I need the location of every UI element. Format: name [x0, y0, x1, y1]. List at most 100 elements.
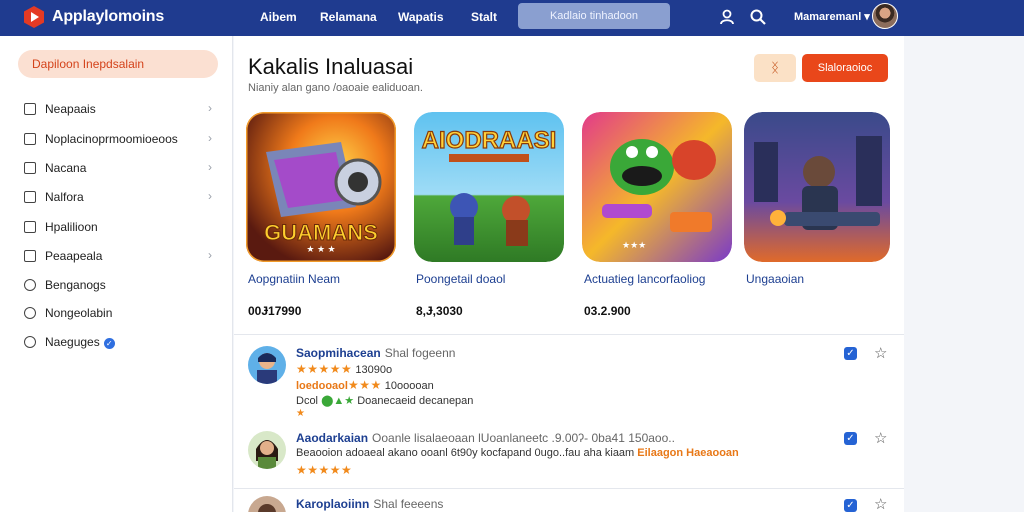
search-input[interactable]: Kadlaio tinhadoon: [518, 3, 670, 29]
game-card-3[interactable]: ★★★ Actuatieg lancorfaoliog 03.2.900: [570, 112, 732, 322]
game-card-title[interactable]: Aopgnatiin Neam: [248, 272, 340, 286]
rating-stars: ★★★★★: [296, 463, 353, 477]
sidebar-item-3[interactable]: Nacana ›: [24, 159, 216, 179]
nav-link-4[interactable]: Stalt: [471, 10, 497, 24]
review-tag: loedooaol: [296, 380, 348, 392]
sidebar-item-8[interactable]: Nongeolabin: [24, 304, 216, 324]
game-thumbnail-3[interactable]: ★★★: [582, 112, 732, 262]
nav-link-2[interactable]: Relamana: [320, 10, 377, 24]
review-item-3: Karoplaoiinn Shal feeeens ✓ ☆: [234, 488, 904, 512]
game-thumbnail-1[interactable]: GUAMANS ★ ★ ★: [246, 112, 396, 262]
game-thumbnail-2[interactable]: AIODRAASI: [414, 112, 564, 262]
review-rating-line: ★★★★★: [296, 463, 352, 477]
sidebar-item-label: Peaapeala: [45, 249, 103, 263]
review-meta: Ooanle lisalaeoaan lUoanlaneetc .9.00ʔ- …: [372, 431, 675, 445]
reviewer-name[interactable]: Saopmihacean Shal fogeenn: [296, 346, 455, 360]
reviewer-name[interactable]: Karoplaoiinn Shal feeeens: [296, 497, 443, 511]
sidebar-item-label: Noplacinoprmoomioeoos: [45, 132, 178, 146]
game-thumbnail-4[interactable]: [744, 112, 890, 262]
chevron-right-icon: ›: [208, 160, 212, 174]
star-outline-icon[interactable]: ☆: [874, 429, 887, 447]
checkbox-checked-icon[interactable]: ✓: [844, 499, 857, 512]
secondary-action-button[interactable]: ᛝ: [754, 54, 796, 82]
svg-text:★★★: ★★★: [622, 240, 646, 250]
reviewer-name-text: Saopmihacean: [296, 346, 381, 360]
sidebar-item-6[interactable]: Peaapeala ›: [24, 247, 216, 267]
thumbnail-title-text: GUAMANS: [264, 220, 378, 245]
chevron-right-icon: ›: [208, 131, 212, 145]
star-outline-icon[interactable]: ☆: [874, 344, 887, 362]
sidebar-item-9[interactable]: Naeguges ✓: [24, 333, 216, 353]
review-text-line: Beaooion adoaeal akano ooanl 6t90y kocfa…: [296, 447, 739, 459]
sidebar-item-label: Naeguges ✓: [45, 335, 115, 349]
game-card-1[interactable]: GUAMANS ★ ★ ★ Aopgnatiin Neam 00Ɉ17990: [234, 112, 396, 322]
avatar[interactable]: [872, 3, 898, 29]
circle-icon: [24, 279, 36, 291]
sidebar-item-label-text: Naeguges: [45, 335, 100, 349]
review-prefix: Dcol: [296, 395, 319, 407]
nav-link-3[interactable]: Wapatis: [398, 10, 444, 24]
review-tag-line: loedooaol★★★ 10ooooan: [296, 378, 434, 392]
sidebar-item-label: Hpalilioon: [45, 220, 98, 234]
page-background: [904, 36, 1024, 512]
sidebar-item-7[interactable]: Benganogs: [24, 276, 216, 296]
sidebar-item-4[interactable]: Nalfora ›: [24, 188, 216, 208]
user-search-icon[interactable]: [718, 8, 736, 26]
verified-badge-icon: ✓: [103, 338, 115, 349]
sidebar-item-2[interactable]: Noplacinoprmoomioeoos ›: [24, 130, 216, 150]
reviewer-name-text: Karoplaoiinn: [296, 497, 370, 511]
checkbox-checked-icon[interactable]: ✓: [844, 347, 857, 360]
sidebar: Dapiloon Inepdsalain Neapaais › Noplacin…: [0, 36, 233, 512]
game-card-title[interactable]: Ungaaoian: [746, 272, 804, 286]
thumbnail-title-text: AIODRAASI: [422, 127, 557, 154]
chevron-right-icon: ›: [208, 189, 212, 203]
sidebar-item-1[interactable]: Neapaais ›: [24, 100, 216, 120]
game-card-title[interactable]: Poongetail doaol: [416, 272, 505, 286]
review-tag-count: 10ooooan: [384, 380, 434, 392]
reviewer-name[interactable]: Aaodarkaian Ooanle lisalaeoaan lUoanlanee…: [296, 431, 675, 445]
checkbox-checked-icon[interactable]: ✓: [844, 432, 857, 445]
game-card-4[interactable]: Ungaaoian: [732, 112, 890, 322]
square-icon: [24, 162, 36, 174]
rating-stars: ★★★★★: [296, 362, 353, 376]
svg-text:★ ★ ★: ★ ★ ★: [306, 244, 335, 254]
reviewer-avatar[interactable]: [248, 431, 286, 469]
square-icon: [24, 191, 36, 203]
sidebar-item-label: Benganogs: [45, 278, 106, 292]
square-icon: [24, 221, 36, 233]
review-extra-star: ★: [296, 408, 306, 419]
review-rating-line: ★★★★★ 13090o: [296, 362, 392, 376]
user-menu[interactable]: Mamaremanl ▾: [794, 10, 870, 23]
star-outline-icon[interactable]: ☆: [874, 495, 887, 512]
sidebar-highlight-button[interactable]: Dapiloon Inepdsalain: [18, 50, 218, 78]
nav-link-1[interactable]: Aibem: [260, 10, 297, 24]
game-card-price: 8,Ɉ,3030: [416, 304, 463, 318]
review-highlight[interactable]: Eilaagon Haeaooan: [637, 447, 738, 459]
square-icon: [24, 133, 36, 145]
primary-action-button[interactable]: Slaloraoioc: [802, 54, 888, 82]
brand-name[interactable]: Applaylomoins: [52, 8, 164, 26]
page-title: Kakalis Inaluasai: [248, 54, 414, 79]
sidebar-item-label: Nongeolabin: [45, 306, 113, 320]
game-card-price: 00Ɉ17990: [248, 304, 302, 318]
reviewer-avatar[interactable]: [248, 346, 286, 384]
app-logo-icon[interactable]: [22, 5, 46, 29]
game-card-price: 03.2.900: [584, 304, 631, 318]
sidebar-item-label: Nalfora: [45, 190, 84, 204]
game-card-2[interactable]: AIODRAASI Poongetail doaol 8,Ɉ,3030: [402, 112, 564, 322]
reviewer-name-text: Aaodarkaian: [296, 431, 369, 445]
circle-icon: [24, 307, 36, 319]
reviewer-avatar[interactable]: [248, 496, 286, 512]
chevron-right-icon: ›: [208, 101, 212, 115]
review-text-line: Dcol ⬤▲★ Doanecaeid decanepan: [296, 394, 473, 407]
sidebar-item-5[interactable]: Hpalilioon: [24, 218, 216, 238]
search-icon[interactable]: [749, 8, 767, 26]
circle-icon: [24, 336, 36, 348]
review-meta: Shal fogeenn: [384, 346, 456, 360]
sidebar-item-label: Neapaais: [45, 102, 96, 116]
top-navigation-bar: Applaylomoins Aibem Relamana Wapatis Sta…: [0, 0, 1024, 36]
square-icon: [24, 103, 36, 115]
review-emoji-icons: ⬤▲★: [321, 395, 355, 407]
game-card-title[interactable]: Actuatieg lancorfaoliog: [584, 272, 705, 286]
sidebar-item-label: Nacana: [45, 161, 87, 175]
